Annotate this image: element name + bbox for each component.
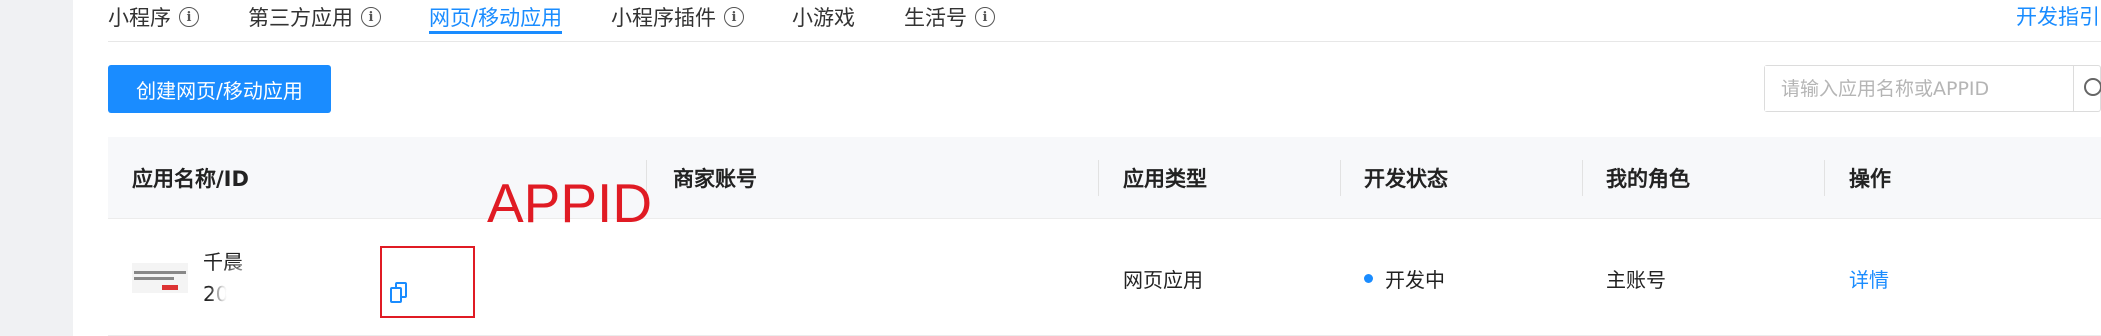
tab-mini-game[interactable]: 小游戏 <box>792 0 855 38</box>
status-label: 开发中 <box>1385 268 1445 292</box>
redaction-mask <box>226 280 396 306</box>
thumbnail-text-line <box>134 271 186 274</box>
info-icon[interactable]: i <box>724 7 744 27</box>
tab-third-party-app[interactable]: 第三方应用 i <box>248 0 381 38</box>
left-gutter <box>0 0 73 336</box>
table-header: 应用名称/ID 商家账号 应用类型 开发状态 我的角色 操作 <box>108 137 2101 219</box>
tab-web-mobile-app[interactable]: 网页/移动应用 <box>429 0 563 38</box>
status-dot-icon <box>1364 274 1373 283</box>
search-input[interactable] <box>1765 66 2074 111</box>
my-role: 主账号 <box>1606 268 1666 292</box>
appid-annotation-label: APPID <box>487 172 653 234</box>
details-link[interactable]: 详情 <box>1849 264 1889 293</box>
app-name: 千晨 <box>203 250 243 274</box>
tab-label: 第三方应用 <box>248 6 353 30</box>
app-type: 网页应用 <box>1123 268 1203 292</box>
info-icon[interactable]: i <box>179 7 199 27</box>
thumbnail-text-line <box>134 277 174 280</box>
column-divider <box>1340 160 1341 196</box>
tab-life-account[interactable]: 生活号 i <box>904 0 995 38</box>
column-divider <box>1098 160 1099 196</box>
header-merchant-account: 商家账号 <box>673 167 757 191</box>
tab-label: 小游戏 <box>792 6 855 30</box>
app-thumbnail <box>132 263 188 293</box>
header-my-role: 我的角色 <box>1606 167 1690 191</box>
header-dev-status: 开发状态 <box>1364 167 1448 191</box>
tab-label: 小程序插件 <box>611 6 716 30</box>
tab-mini-program-plugin[interactable]: 小程序插件 i <box>611 0 744 38</box>
header-app-name-id: 应用名称/ID <box>132 167 249 191</box>
column-divider <box>1824 160 1825 196</box>
appid-highlight-box <box>380 246 475 318</box>
tab-label: 小程序 <box>108 6 171 30</box>
search-box <box>1764 65 2101 112</box>
search-icon[interactable] <box>2074 66 2101 111</box>
info-icon[interactable]: i <box>361 7 381 27</box>
tab-label: 生活号 <box>904 6 967 30</box>
thumbnail-badge <box>162 285 178 290</box>
create-web-mobile-app-button[interactable]: 创建网页/移动应用 <box>108 65 331 113</box>
header-actions: 操作 <box>1849 167 1891 191</box>
column-divider <box>1582 160 1583 196</box>
info-icon[interactable]: i <box>975 7 995 27</box>
developer-guide-link[interactable]: 开发指引 <box>2016 0 2100 38</box>
header-app-type: 应用类型 <box>1123 167 1207 191</box>
app-type-tabs: 小程序 i 第三方应用 i 网页/移动应用 小程序插件 i 小游戏 生活号 i <box>108 0 2101 42</box>
redaction-mask <box>668 266 1028 314</box>
tab-label: 网页/移动应用 <box>429 6 563 30</box>
dev-status: 开发中 <box>1364 264 1445 293</box>
tab-mini-program[interactable]: 小程序 i <box>108 0 199 38</box>
